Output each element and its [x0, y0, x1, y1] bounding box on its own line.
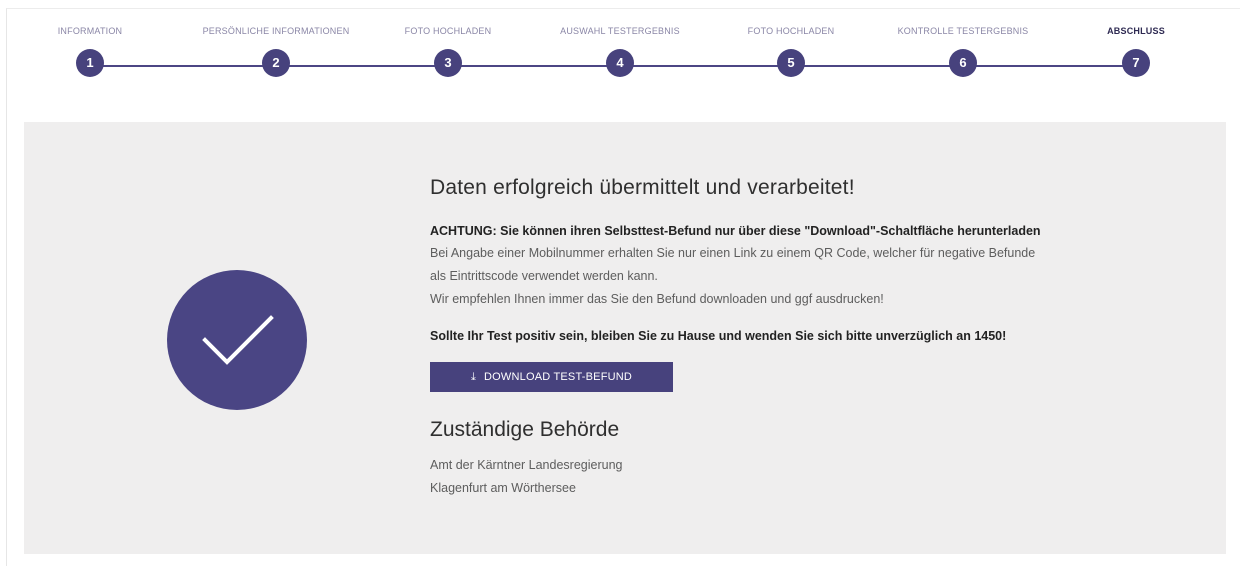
step-photo-upload-1[interactable]: FOTO HOCHLADEN 3 [348, 24, 548, 77]
step-information[interactable]: INFORMATION 1 [0, 24, 190, 77]
info-line: Bei Angabe einer Mobilnummer erhalten Si… [430, 246, 1036, 260]
checkmark-icon [202, 315, 274, 365]
step-label: AUSWAHL TESTERGEBNIS [560, 26, 680, 36]
success-title: Daten erfolgreich übermittelt und verarb… [430, 176, 855, 199]
success-checkmark-icon [167, 270, 307, 410]
step-check-result[interactable]: KONTROLLE TESTERGEBNIS 6 [863, 24, 1063, 77]
download-warning: ACHTUNG: Sie können ihren Selbsttest-Bef… [430, 224, 1041, 238]
step-select-result[interactable]: AUSWAHL TESTERGEBNIS 4 [520, 24, 720, 77]
step-number: 6 [949, 49, 977, 77]
step-number: 4 [606, 49, 634, 77]
step-label: INFORMATION [57, 26, 123, 36]
step-number: 5 [777, 49, 805, 77]
step-number: 3 [434, 49, 462, 77]
authority-name: Amt der Kärntner Landesregierung [430, 458, 623, 472]
result-panel: Daten erfolgreich übermittelt und verarb… [24, 122, 1226, 554]
info-line: als Eintrittscode verwendet werden kann. [430, 269, 658, 283]
step-number: 7 [1122, 49, 1150, 77]
download-button-label: DOWNLOAD TEST-BEFUND [484, 371, 633, 383]
progress-stepper: INFORMATION 1 PERSÖNLICHE INFORMATIONEN … [0, 0, 1247, 110]
step-personal-information[interactable]: PERSÖNLICHE INFORMATIONEN 2 [176, 24, 376, 77]
step-label: KONTROLLE TESTERGEBNIS [897, 26, 1029, 36]
authority-title: Zuständige Behörde [430, 418, 620, 441]
result-content: Daten erfolgreich übermittelt und verarb… [430, 176, 1220, 500]
positive-test-notice: Sollte Ihr Test positiv sein, bleiben Si… [430, 329, 1007, 343]
step-completion[interactable]: ABSCHLUSS 7 [1036, 24, 1236, 77]
step-photo-upload-2[interactable]: FOTO HOCHLADEN 5 [691, 24, 891, 77]
step-label: FOTO HOCHLADEN [747, 26, 835, 36]
authority-location: Klagenfurt am Wörthersee [430, 481, 576, 495]
step-number: 2 [262, 49, 290, 77]
info-line: Wir empfehlen Ihnen immer das Sie den Be… [430, 292, 884, 306]
step-label: PERSÖNLICHE INFORMATIONEN [202, 26, 350, 36]
info-text: Bei Angabe einer Mobilnummer erhalten Si… [430, 242, 1220, 311]
step-label-active: ABSCHLUSS [1107, 26, 1165, 36]
download-icon: ⤓ [470, 371, 477, 383]
download-test-result-button[interactable]: ⤓ DOWNLOAD TEST-BEFUND [430, 362, 673, 392]
step-number: 1 [76, 49, 104, 77]
step-label: FOTO HOCHLADEN [404, 26, 492, 36]
